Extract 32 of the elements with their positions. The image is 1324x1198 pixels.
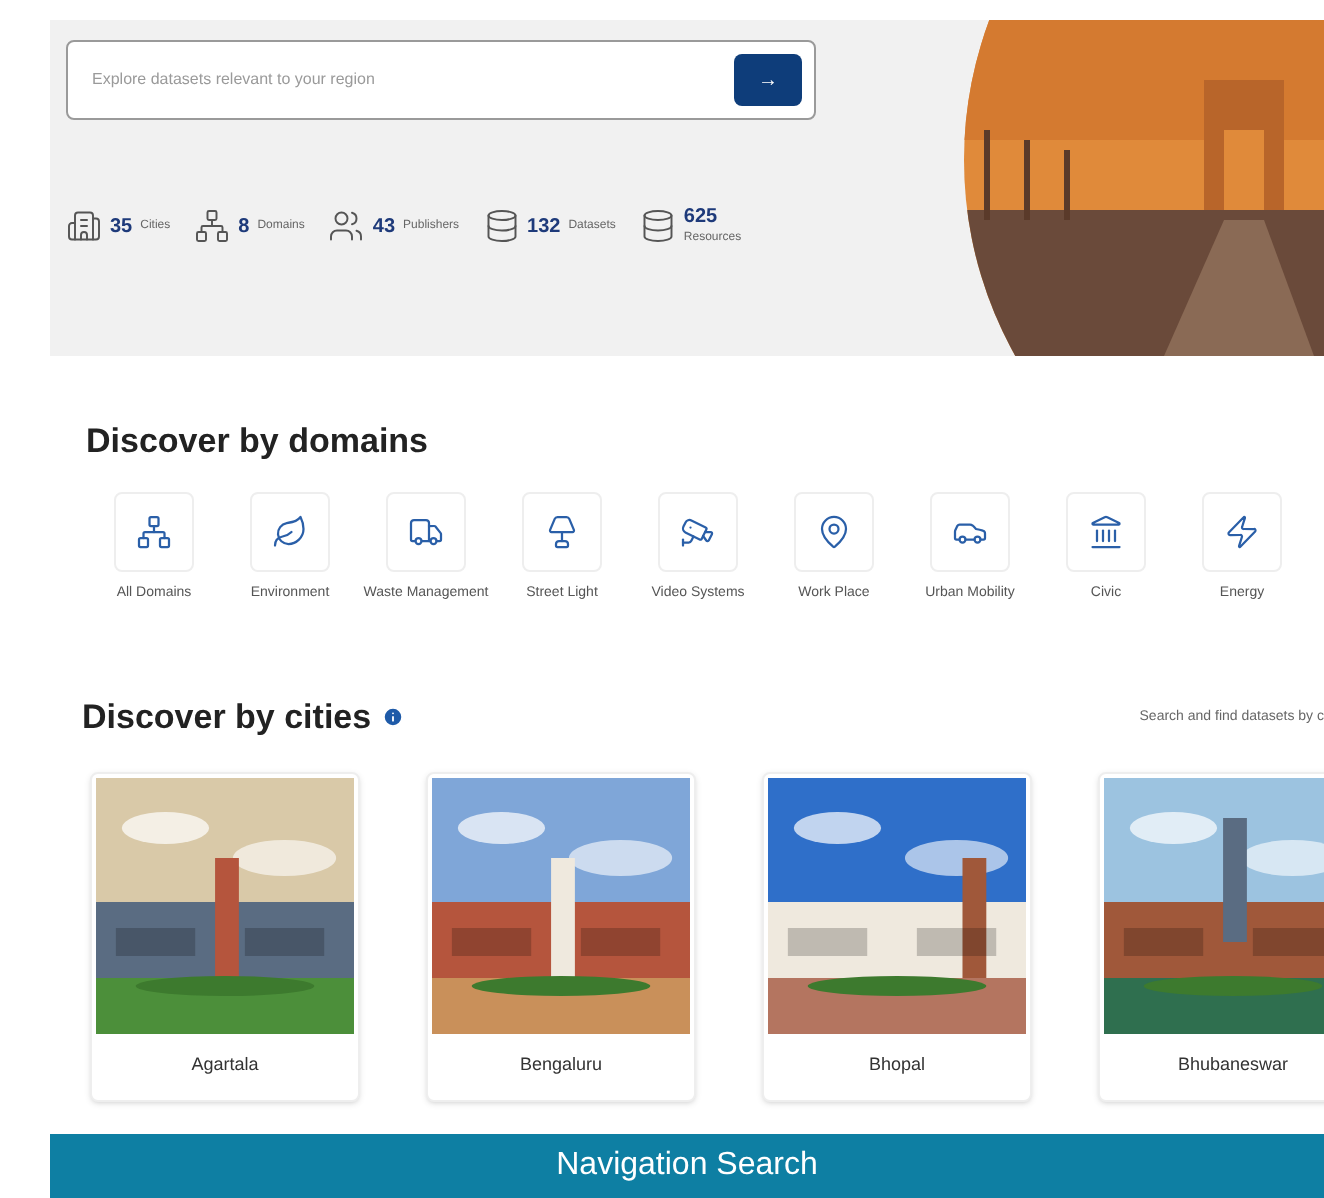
stat-value: 132 bbox=[527, 213, 561, 241]
search-field[interactable]: Explore datasets relevant to your region → bbox=[66, 40, 816, 120]
lamp-icon bbox=[544, 513, 580, 549]
city-name: Agartala bbox=[189, 1051, 261, 1078]
search-button[interactable]: → bbox=[734, 54, 802, 106]
city-card[interactable]: Agartala bbox=[90, 771, 360, 1102]
building-icon bbox=[66, 208, 102, 244]
section-title: Discover by cities bbox=[82, 696, 372, 740]
section-title: Discover by domains bbox=[86, 420, 431, 464]
stat-value: 35 bbox=[110, 213, 133, 241]
city-name: Bengaluru bbox=[517, 1051, 605, 1078]
info-icon bbox=[381, 706, 404, 729]
city-card[interactable]: Bhubaneswar bbox=[1098, 771, 1324, 1102]
stat-value: 625 bbox=[683, 208, 720, 228]
city-card[interactable]: Bhopal bbox=[762, 771, 1032, 1102]
city-card[interactable]: Bengaluru bbox=[426, 771, 696, 1102]
people-icon bbox=[328, 208, 365, 244]
database-icon bbox=[483, 208, 520, 244]
truck-icon bbox=[408, 513, 444, 549]
pin-icon bbox=[816, 513, 852, 549]
stat-value: 8 bbox=[238, 213, 250, 241]
bottom-banner: Navigation Search bbox=[50, 1134, 1324, 1198]
database-icon bbox=[639, 208, 676, 244]
city-name: Bhubaneswar bbox=[1175, 1051, 1291, 1077]
network-icon bbox=[194, 208, 231, 244]
lightning-icon bbox=[1224, 513, 1260, 549]
stat-value: 43 bbox=[372, 213, 396, 241]
leaf-icon bbox=[272, 513, 308, 549]
camera-icon bbox=[680, 513, 716, 549]
network-icon bbox=[136, 513, 172, 549]
city-name: Bhopal bbox=[866, 1051, 928, 1078]
building-icon bbox=[1088, 513, 1124, 549]
